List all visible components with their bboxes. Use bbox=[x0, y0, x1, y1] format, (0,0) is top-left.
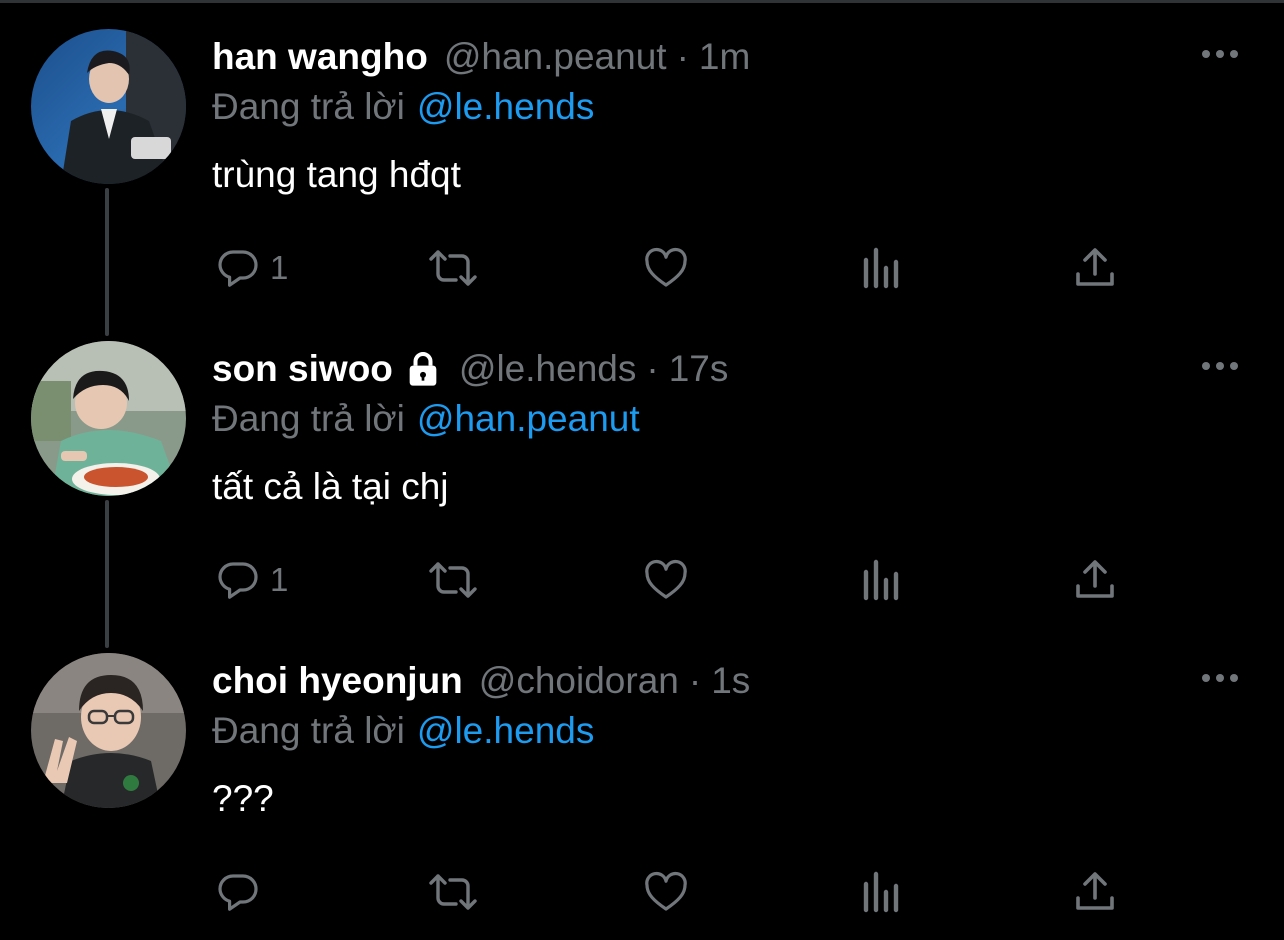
retweet-button[interactable] bbox=[426, 552, 480, 608]
reply-count: 1 bbox=[270, 249, 289, 286]
timestamp[interactable]: 1m bbox=[699, 34, 750, 80]
replying-to: Đang trả lời @han.peanut bbox=[212, 396, 640, 442]
share-button[interactable] bbox=[1072, 552, 1118, 608]
avatar[interactable] bbox=[31, 29, 186, 184]
tweet-text: tất cả là tại chj bbox=[212, 466, 449, 507]
upload-arrow-icon bbox=[1076, 560, 1114, 598]
tweet-text: ??? bbox=[212, 778, 274, 819]
separator-dot: · bbox=[646, 348, 659, 389]
timestamp[interactable]: 17s bbox=[669, 346, 729, 392]
share-button[interactable] bbox=[1072, 864, 1118, 920]
avatar[interactable] bbox=[31, 653, 186, 808]
bar-chart-icon bbox=[863, 871, 899, 913]
more-options-icon[interactable] bbox=[1198, 666, 1242, 690]
heart-icon bbox=[645, 871, 687, 911]
retweet-button[interactable] bbox=[426, 240, 480, 296]
lock-icon bbox=[409, 352, 437, 386]
views-button[interactable] bbox=[858, 552, 904, 608]
replying-to: Đang trả lời @le.hends bbox=[212, 708, 594, 754]
views-button[interactable] bbox=[858, 240, 904, 296]
retweet-arrows-icon bbox=[429, 874, 477, 910]
heart-icon bbox=[645, 559, 687, 599]
tweet-actions bbox=[0, 864, 1284, 920]
display-name[interactable]: han wangho bbox=[212, 34, 428, 80]
tweet-choi-hyeonjun[interactable]: choi hyeonjun @choidoran · 1s Đang trả l… bbox=[0, 624, 1284, 936]
replying-to-handle[interactable]: @han.peanut bbox=[417, 398, 640, 439]
like-button[interactable] bbox=[641, 864, 691, 920]
tweet-header: choi hyeonjun @choidoran · 1s bbox=[212, 658, 750, 704]
tweet-header: han wangho @han.peanut · 1m bbox=[212, 34, 750, 80]
replying-to-label: Đang trả lời bbox=[212, 86, 405, 127]
like-button[interactable] bbox=[641, 552, 691, 608]
user-handle[interactable]: @choidoran bbox=[479, 658, 679, 704]
more-options-icon[interactable] bbox=[1198, 42, 1242, 66]
speech-bubble-icon bbox=[218, 250, 258, 287]
retweet-arrows-icon bbox=[429, 562, 477, 598]
timestamp[interactable]: 1s bbox=[711, 658, 750, 704]
tweet-son-siwoo[interactable]: son siwoo @le.hends · 17s Đang trả lời @h… bbox=[0, 312, 1284, 624]
separator-dot: · bbox=[688, 660, 702, 701]
replying-to-handle[interactable]: @le.hends bbox=[417, 710, 594, 751]
heart-icon bbox=[645, 247, 687, 287]
user-handle[interactable]: @han.peanut bbox=[444, 34, 667, 80]
replying-to: Đang trả lời @le.hends bbox=[212, 84, 594, 130]
replying-to-label: Đang trả lời bbox=[212, 398, 405, 439]
speech-bubble-icon bbox=[218, 874, 258, 911]
bar-chart-icon bbox=[863, 559, 899, 601]
tweet-text: trùng tang hđqt bbox=[212, 154, 461, 195]
display-name[interactable]: son siwoo bbox=[212, 346, 393, 392]
tweet-actions: 1 bbox=[0, 552, 1284, 608]
tweet-actions: 1 bbox=[0, 240, 1284, 296]
retweet-button[interactable] bbox=[426, 864, 480, 920]
reply-button[interactable] bbox=[214, 864, 270, 920]
more-options-icon[interactable] bbox=[1198, 354, 1242, 378]
like-button[interactable] bbox=[641, 240, 691, 296]
replying-to-label: Đang trả lời bbox=[212, 710, 405, 751]
reply-button[interactable]: 1 bbox=[214, 552, 288, 608]
share-button[interactable] bbox=[1072, 240, 1118, 296]
replying-to-handle[interactable]: @le.hends bbox=[417, 86, 594, 127]
display-name[interactable]: choi hyeonjun bbox=[212, 658, 463, 704]
speech-bubble-icon bbox=[218, 562, 258, 599]
separator-dot: · bbox=[676, 36, 689, 77]
retweet-arrows-icon bbox=[429, 250, 477, 286]
user-handle[interactable]: @le.hends bbox=[459, 346, 636, 392]
tweet-header: son siwoo @le.hends · 17s bbox=[212, 346, 728, 392]
upload-arrow-icon bbox=[1076, 872, 1114, 910]
views-button[interactable] bbox=[858, 864, 904, 920]
bar-chart-icon bbox=[863, 247, 899, 289]
reply-button[interactable]: 1 bbox=[214, 240, 288, 296]
upload-arrow-icon bbox=[1076, 248, 1114, 286]
avatar[interactable] bbox=[31, 341, 186, 496]
tweet-han-wangho[interactable]: han wangho @han.peanut · 1m Đang trả lời… bbox=[0, 0, 1284, 312]
reply-count: 1 bbox=[270, 561, 289, 598]
